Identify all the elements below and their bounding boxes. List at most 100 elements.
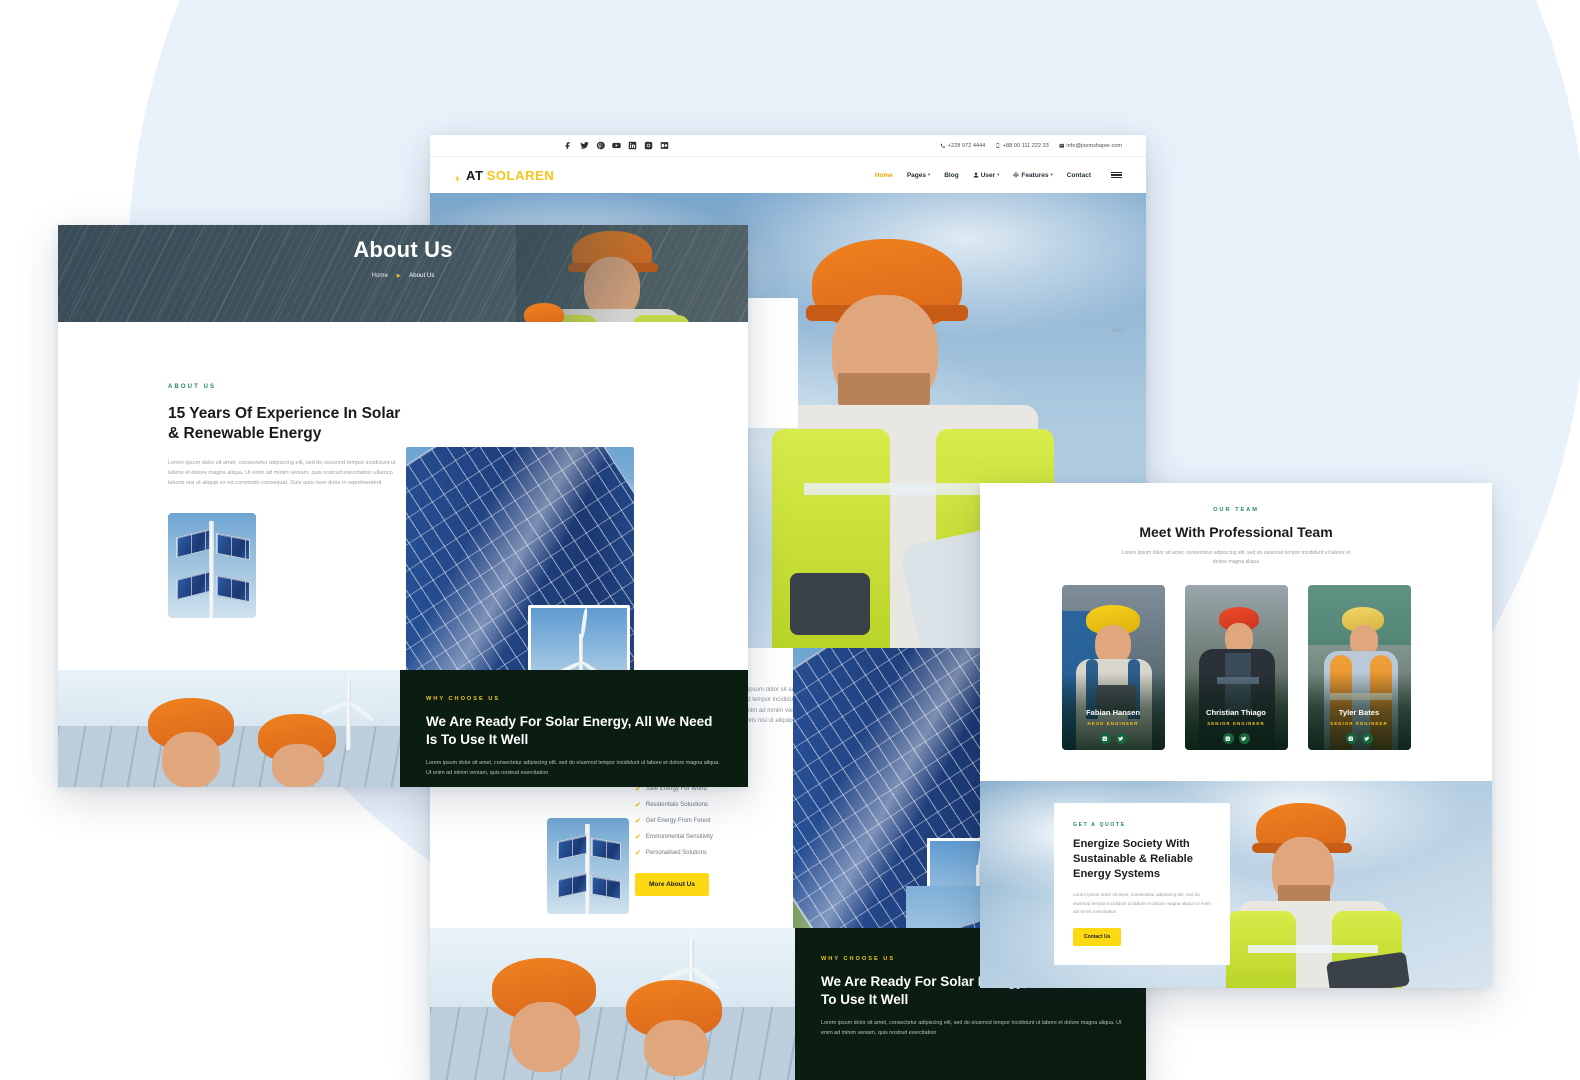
- about-features-row: ✔Safe Energy For World ✔Residentials Sol…: [168, 512, 403, 618]
- nav-menu: Home Pages ▾ Blog User ▾ Features ▾ Contact: [875, 172, 1122, 179]
- list-item-label: Personalised Solutions: [645, 849, 707, 856]
- envelope-icon: [1059, 143, 1064, 148]
- quote-eyebrow: GET A QUOTE: [1073, 822, 1126, 828]
- nav-item-blog-label: Blog: [944, 171, 959, 179]
- topbar-phone-1[interactable]: +228 972 4444: [940, 143, 985, 149]
- home-bottom-workers-photo: [430, 928, 800, 1080]
- nav-item-home-label: Home: [874, 171, 893, 179]
- topbar-email-text: info@joomshaper.com: [1066, 142, 1122, 149]
- nav-item-contact-label: Contact: [1066, 171, 1091, 179]
- about-solar-pole-thumb: [168, 512, 256, 618]
- about-eyebrow: ABOUT US: [168, 384, 217, 390]
- nav-item-features[interactable]: Features ▾: [1013, 171, 1053, 179]
- nav-item-pages[interactable]: Pages ▾: [907, 172, 930, 179]
- member-name: Tyler Bates: [1338, 707, 1380, 717]
- breadcrumb-current: About Us: [409, 272, 435, 279]
- team-card[interactable]: Fabian Hansen HEAD ENGINEER: [1061, 584, 1165, 750]
- twitter-icon[interactable]: [580, 141, 589, 150]
- topbar-phone-2-text: +88 00 111 222 33: [1002, 142, 1049, 149]
- about-why-paragraph: Lorem ipsum dolor sit amet, consectetur …: [426, 760, 720, 776]
- quote-heading: Energize Society With Sustainable & Reli…: [1073, 838, 1193, 880]
- home-bottom-why-paragraph: Lorem ipsum dolor sit amet, consectetur …: [821, 1020, 1122, 1036]
- member-social-links: [1062, 732, 1165, 744]
- team-card[interactable]: Tyler Bates SENIOR ENGINEER: [1307, 584, 1411, 750]
- hero-card-text-fragment: nim: [1112, 328, 1122, 334]
- about-footer-row: WHY CHOOSE US We Are Ready For Solar Ene…: [58, 670, 748, 787]
- team-heading: Meet With Professional Team: [1139, 524, 1333, 540]
- phone-icon: [941, 143, 946, 148]
- solar-logo-mark: [454, 171, 463, 182]
- user-icon: [973, 172, 978, 178]
- member-role: SENIOR ENGINEER: [1207, 720, 1265, 726]
- member-name: Fabian Hansen: [1085, 707, 1140, 717]
- team-cards: Fabian Hansen HEAD ENGINEER Christian Th…: [980, 584, 1492, 750]
- nav-item-user-label: User: [980, 171, 996, 179]
- logo-text-secondary: SOLAREN: [486, 167, 555, 183]
- chevron-down-icon: ▾: [927, 172, 931, 177]
- about-why-eyebrow: WHY CHOOSE US: [426, 696, 501, 702]
- nav-item-features-label: Features: [1021, 171, 1049, 179]
- site-logo[interactable]: AT SOLAREN: [454, 168, 554, 183]
- list-item-label: Residentials Solustions: [645, 801, 708, 808]
- nav-item-pages-label: Pages: [906, 171, 926, 179]
- breadcrumb-home[interactable]: Home: [372, 272, 389, 279]
- contact-us-button[interactable]: Contact Us: [1073, 927, 1122, 946]
- member-social-links: [1308, 732, 1411, 744]
- screenshot-stage: +228 972 4444 +88 00 111 222 33 info@joo…: [0, 0, 1580, 1080]
- youtube-icon[interactable]: [612, 141, 621, 150]
- topbar-email[interactable]: info@joomshaper.com: [1059, 143, 1122, 149]
- member-social-links: [1185, 732, 1288, 744]
- linkedin-icon[interactable]: [628, 141, 637, 150]
- team-card[interactable]: Christian Thiago SENIOR ENGINEER: [1184, 584, 1288, 750]
- check-icon: ✔: [635, 833, 641, 841]
- instagram-icon[interactable]: [1099, 732, 1111, 744]
- twitter-icon[interactable]: [1238, 732, 1250, 744]
- nav-item-contact[interactable]: Contact: [1067, 172, 1091, 179]
- member-role: HEAD ENGINEER: [1087, 720, 1139, 726]
- facebook-icon[interactable]: [564, 141, 573, 150]
- topbar-contact: +228 972 4444 +88 00 111 222 33 info@joo…: [940, 143, 1122, 149]
- check-icon: ✔: [635, 817, 641, 825]
- more-about-us-button[interactable]: More About Us: [635, 872, 709, 896]
- instagram-icon[interactable]: [1222, 732, 1234, 744]
- social-links[interactable]: [564, 141, 669, 150]
- member-role: SENIOR ENGINEER: [1330, 720, 1388, 726]
- team-section: OUR TEAM Meet With Professional Team Lor…: [980, 483, 1492, 781]
- about-page-panel: About Us Home ▶ About Us ABOUT US 15 Yea…: [58, 225, 748, 787]
- hamburger-icon[interactable]: [1111, 171, 1122, 179]
- quote-worker-photo: [1226, 781, 1492, 988]
- quote-section: GET A QUOTE Energize Society With Sustai…: [980, 781, 1492, 988]
- nav-item-user[interactable]: User ▾: [973, 171, 999, 179]
- quote-paragraph: Lorem ipsum dolor sit amet, consectetur …: [1073, 892, 1211, 915]
- chevron-down-icon: ▾: [1050, 172, 1053, 177]
- nav-item-home[interactable]: Home: [875, 172, 893, 179]
- pinterest-icon[interactable]: [596, 141, 605, 150]
- about-why-heading: We Are Ready For Solar Energy, All We Ne…: [426, 714, 713, 747]
- about-copy-block: ABOUT US 15 Years Of Experience In Solar…: [168, 384, 403, 618]
- topbar-phone-1-text: +228 972 4444: [947, 142, 986, 149]
- home-solar-pole-thumb: [547, 818, 629, 914]
- list-item-label: Get Energy From Forest: [645, 817, 711, 824]
- about-why-choose-box: WHY CHOOSE US We Are Ready For Solar Ene…: [400, 670, 748, 787]
- twitter-icon[interactable]: [1361, 732, 1373, 744]
- topbar: +228 972 4444 +88 00 111 222 33 info@joo…: [430, 135, 1146, 157]
- about-body: ABOUT US 15 Years Of Experience In Solar…: [58, 322, 748, 717]
- twitter-icon[interactable]: [1115, 732, 1127, 744]
- logo-text-primary: AT: [466, 167, 484, 183]
- behance-icon[interactable]: [660, 141, 669, 150]
- instagram-icon[interactable]: [644, 141, 653, 150]
- breadcrumb: Home ▶ About Us: [58, 272, 748, 279]
- instagram-icon[interactable]: [1345, 732, 1357, 744]
- about-heading: 15 Years Of Experience In Solar & Renewa…: [168, 405, 401, 442]
- topbar-phone-2[interactable]: +88 00 111 222 33: [995, 143, 1049, 149]
- about-hero-banner: About Us Home ▶ About Us: [58, 225, 748, 322]
- page-title: About Us: [353, 237, 453, 262]
- nav-item-blog[interactable]: Blog: [944, 172, 958, 179]
- quote-card: GET A QUOTE Energize Society With Sustai…: [1054, 803, 1230, 965]
- team-eyebrow: OUR TEAM: [1213, 507, 1259, 513]
- main-navbar: AT SOLAREN Home Pages ▾ Blog User ▾ Featur…: [430, 157, 1146, 193]
- check-icon: ✔: [635, 801, 641, 809]
- breadcrumb-separator-icon: ▶: [396, 273, 401, 279]
- member-name: Christian Thiago: [1206, 707, 1266, 717]
- globe-icon: [1013, 172, 1019, 178]
